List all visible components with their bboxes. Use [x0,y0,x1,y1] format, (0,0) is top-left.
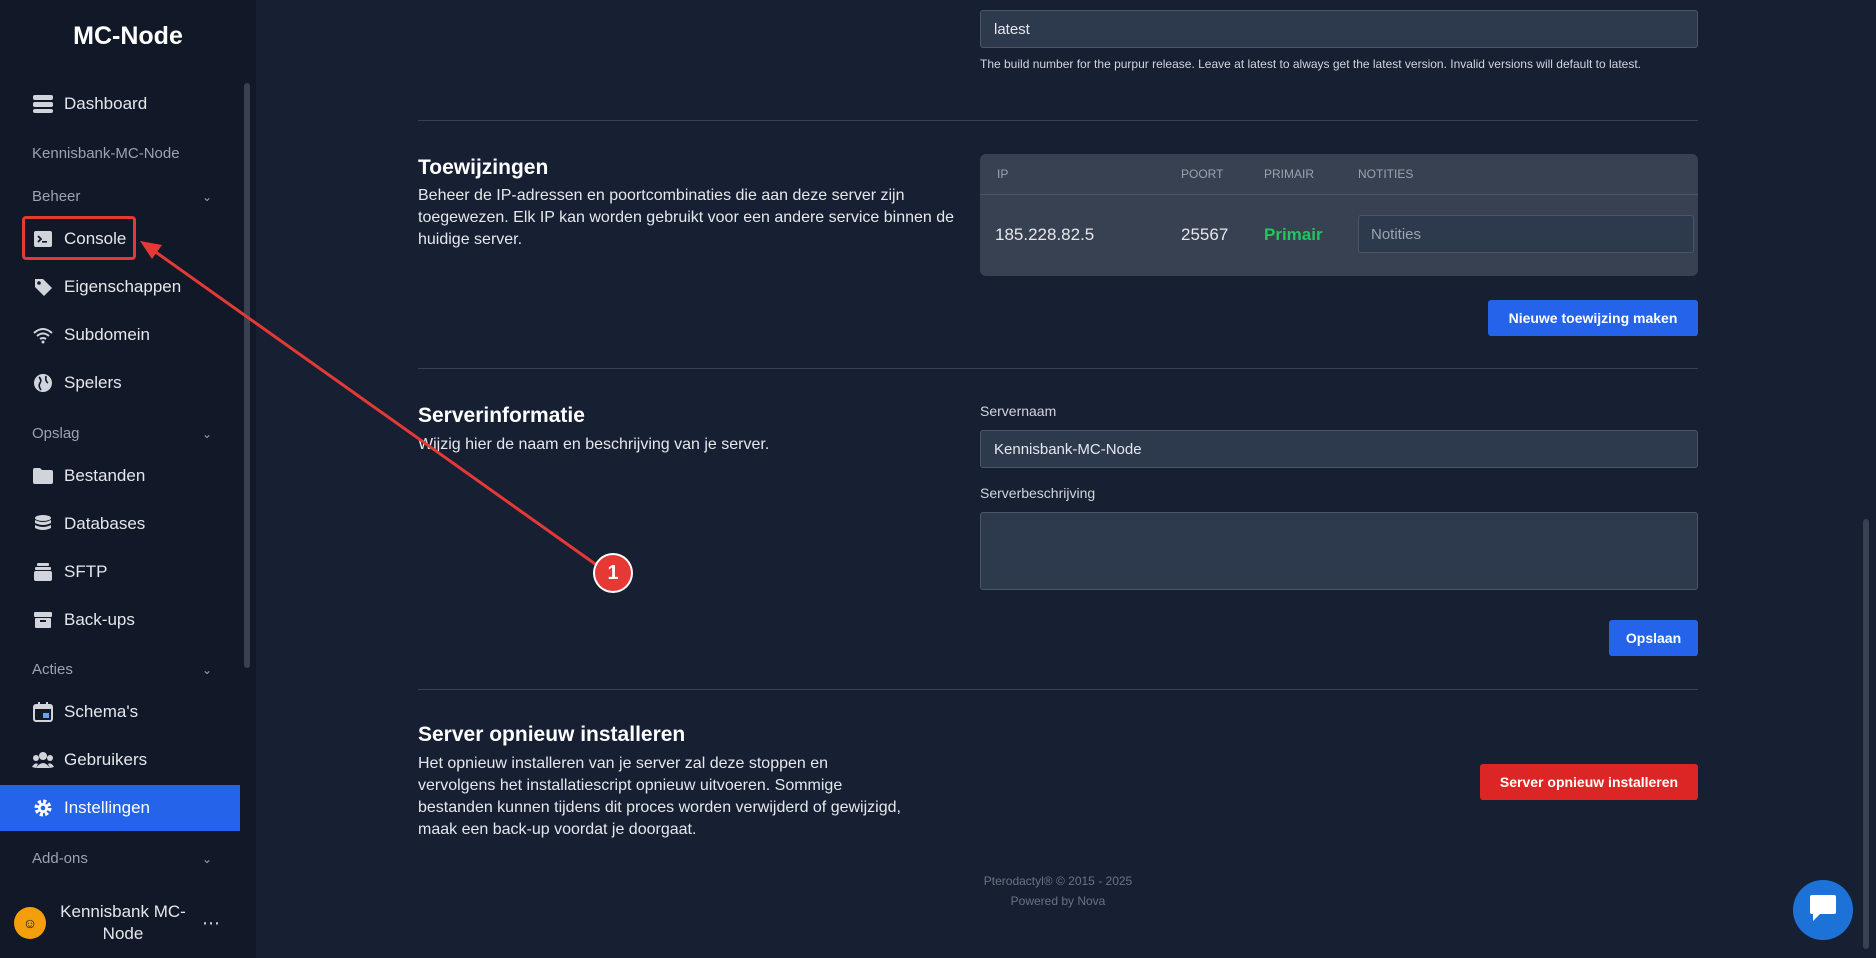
annotation-step-badge: 1 [595,555,631,591]
annotation-arrow [140,241,599,568]
